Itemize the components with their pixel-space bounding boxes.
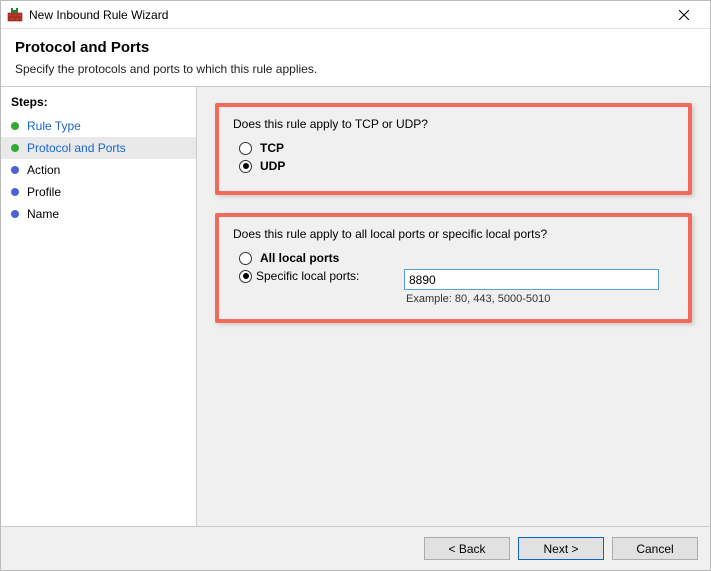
radio-udp[interactable] [239, 160, 252, 173]
close-button[interactable] [664, 1, 704, 29]
radio-specific-row: Specific local ports: Example: 80, 443, … [239, 269, 674, 305]
radio-tcp-row[interactable]: TCP [239, 141, 674, 155]
wizard-window: New Inbound Rule Wizard Protocol and Por… [0, 0, 711, 571]
content-area: Steps: Rule Type Protocol and Ports Action… [1, 86, 710, 526]
radio-tcp[interactable] [239, 142, 252, 155]
specific-ports-input[interactable] [404, 269, 659, 290]
radio-allports-row[interactable]: All local ports [239, 251, 674, 265]
step-label: Action [27, 163, 60, 177]
steps-label: Steps: [1, 95, 196, 115]
radio-tcp-label: TCP [260, 141, 284, 155]
radio-specific-col[interactable]: Specific local ports: [239, 269, 404, 283]
ports-example: Example: 80, 443, 5000-5010 [406, 293, 674, 305]
back-button[interactable]: < Back [424, 537, 510, 560]
ports-input-col: Example: 80, 443, 5000-5010 [404, 269, 674, 305]
ports-question: Does this rule apply to all local ports … [233, 227, 674, 241]
protocol-question: Does this rule apply to TCP or UDP? [233, 117, 674, 131]
step-bullet-icon [11, 210, 19, 218]
radio-all-ports[interactable] [239, 252, 252, 265]
radio-all-ports-label: All local ports [260, 251, 339, 265]
step-bullet-icon [11, 166, 19, 174]
wizard-header: Protocol and Ports Specify the protocols… [1, 29, 710, 86]
firewall-icon [7, 7, 23, 23]
step-label: Protocol and Ports [27, 141, 126, 155]
step-label: Profile [27, 185, 61, 199]
radio-specific-ports-label: Specific local ports: [256, 269, 359, 283]
radio-specific-ports[interactable] [239, 270, 252, 283]
radio-udp-row[interactable]: UDP [239, 159, 674, 173]
radio-udp-label: UDP [260, 159, 285, 173]
next-button[interactable]: Next > [518, 537, 604, 560]
page-subtitle: Specify the protocols and ports to which… [15, 62, 696, 76]
cancel-button[interactable]: Cancel [612, 537, 698, 560]
step-item-name[interactable]: Name [1, 203, 196, 225]
step-item-protocol-and-ports[interactable]: Protocol and Ports [1, 137, 196, 159]
step-item-action[interactable]: Action [1, 159, 196, 181]
titlebar: New Inbound Rule Wizard [1, 1, 710, 29]
step-item-profile[interactable]: Profile [1, 181, 196, 203]
step-label: Name [27, 207, 59, 221]
close-icon [679, 10, 689, 20]
step-label: Rule Type [27, 119, 81, 133]
steps-sidebar: Steps: Rule Type Protocol and Ports Action… [1, 87, 197, 526]
wizard-footer: < Back Next > Cancel [1, 526, 710, 570]
step-bullet-icon [11, 144, 19, 152]
step-bullet-icon [11, 188, 19, 196]
page-title: Protocol and Ports [15, 39, 696, 56]
window-title: New Inbound Rule Wizard [29, 8, 664, 22]
main-panel: Does this rule apply to TCP or UDP? TCP … [197, 87, 710, 526]
step-item-rule-type[interactable]: Rule Type [1, 115, 196, 137]
protocol-group: Does this rule apply to TCP or UDP? TCP … [215, 103, 692, 195]
ports-group: Does this rule apply to all local ports … [215, 213, 692, 323]
step-bullet-icon [11, 122, 19, 130]
